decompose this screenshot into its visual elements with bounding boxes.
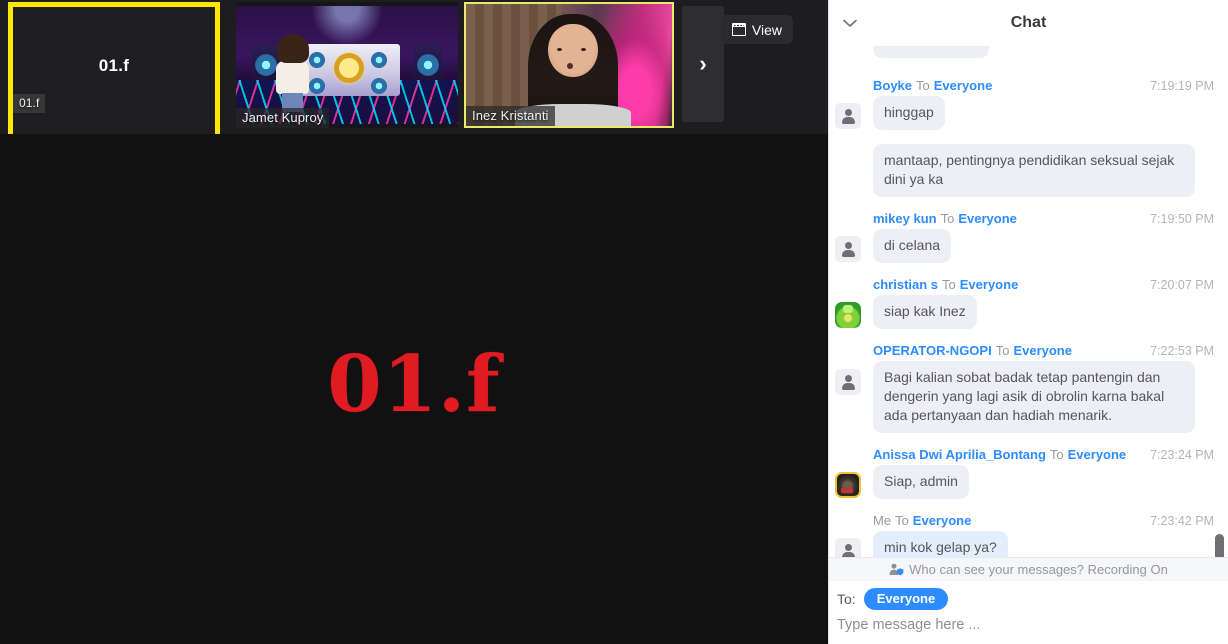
chat-message-header: christian s To Everyone 7:20:07 PM <box>873 277 1216 292</box>
message-recipient: Everyone <box>912 513 972 528</box>
message-bubble: min kok gelap ya? <box>873 531 1008 557</box>
chat-message-header: mikey kun To Everyone 7:19:50 PM <box>873 211 1216 226</box>
compose-recipient-row: To: Everyone <box>837 588 1228 610</box>
person-face <box>548 23 598 78</box>
main-speaker-video[interactable]: 01.f <box>0 134 828 644</box>
compose-recipient-chip[interactable]: Everyone <box>863 588 949 610</box>
partial-bubble <box>873 46 989 58</box>
main-speaker-label: 01.f <box>327 338 501 430</box>
thumbnail-self[interactable]: 01.f 01.f <box>8 2 220 144</box>
message-recipient: Everyone <box>1067 447 1127 462</box>
chevron-right-icon[interactable]: › <box>682 6 724 122</box>
avatar-character <box>272 33 314 112</box>
chat-scrollbar[interactable] <box>1215 166 1224 557</box>
message-sender: Me <box>873 513 892 528</box>
message-input[interactable]: Type message here ... <box>837 617 1228 633</box>
person-eye-left <box>556 47 562 51</box>
message-recipient: Everyone <box>1013 343 1072 358</box>
chevron-down-icon[interactable] <box>839 13 861 33</box>
thumbnail-inez-kristanti[interactable]: Inez Kristanti <box>464 2 674 128</box>
message-time: 7:23:24 PM <box>1150 448 1214 462</box>
thumbnail-name-inez-kristanti: Inez Kristanti <box>466 106 555 126</box>
view-button-label: View <box>751 21 782 38</box>
avatar <box>835 369 861 395</box>
thumbnail-letterbox-top <box>236 2 458 6</box>
message-recipient: Everyone <box>959 277 1019 292</box>
chat-privacy-notice[interactable]: Who can see your messages? Recording On <box>829 557 1228 581</box>
message-to-word: To <box>942 277 956 292</box>
message-time: 7:19:50 PM <box>1150 212 1214 226</box>
chat-compose-area: To: Everyone Type message here ... <box>829 581 1228 644</box>
meeting-window: 01.f 01.f Jamet Kuproy Inez Kristanti › … <box>0 0 1228 644</box>
message-sender: Boyke <box>873 78 913 93</box>
chat-message: mikey kun To Everyone 7:19:50 PM di cela… <box>835 211 1216 263</box>
chat-scrollbar-thumb[interactable] <box>1215 534 1224 557</box>
thumbnail-jamet-kuproy[interactable]: Jamet Kuproy <box>236 2 458 128</box>
message-time: 7:23:42 PM <box>1150 514 1214 528</box>
view-button[interactable]: View <box>720 15 793 44</box>
participant-thumbnail-strip: 01.f 01.f Jamet Kuproy Inez Kristanti › <box>0 0 828 144</box>
message-bubble: mantaap, pentingnya pendidikan seksual s… <box>873 144 1195 197</box>
avatar <box>835 302 861 328</box>
message-sender: christian s <box>873 277 939 292</box>
chat-message: mantaap, pentingnya pendidikan seksual s… <box>835 144 1216 197</box>
chat-message: Me To Everyone 7:23:42 PM min kok gelap … <box>835 513 1216 557</box>
message-time: 7:19:19 PM <box>1150 79 1214 93</box>
partial-message-above <box>873 46 1216 72</box>
message-bubble: hinggap <box>873 96 945 130</box>
thumbnail-self-center-label: 01.f <box>98 56 130 75</box>
chat-message-header: Me To Everyone 7:23:42 PM <box>873 513 1216 528</box>
chat-message-header: Anissa Dwi Aprilia_Bontang To Everyone 7… <box>873 447 1216 462</box>
avatar <box>835 538 861 557</box>
chat-message: Anissa Dwi Aprilia_Bontang To Everyone 7… <box>835 447 1216 499</box>
message-time: 7:22:53 PM <box>1150 344 1214 358</box>
message-to-word: To <box>995 343 1010 358</box>
booth-speaker-4 <box>371 77 388 94</box>
message-recipient: Everyone <box>933 78 993 93</box>
message-to-word: To <box>895 513 909 528</box>
compose-to-label: To: <box>837 591 856 607</box>
privacy-notice-text: Who can see your messages? Recording On <box>909 562 1168 577</box>
message-to-word: To <box>1049 447 1064 462</box>
thumbnail-name-jamet-kuproy: Jamet Kuproy <box>236 108 330 128</box>
message-sender: mikey kun <box>873 211 937 226</box>
chat-panel: Chat Boyke To Everyone 7:19:19 PM hingga… <box>828 0 1228 644</box>
message-sender: OPERATOR-NGOPI <box>873 343 992 358</box>
message-bubble: Siap, admin <box>873 465 969 499</box>
avatar <box>835 236 861 262</box>
message-bubble: di celana <box>873 229 952 263</box>
message-bubble: Bagi kalian sobat badak tetap pantengin … <box>873 361 1195 433</box>
avatar-body <box>275 60 310 95</box>
message-to-word: To <box>940 211 955 226</box>
message-to-word: To <box>916 78 930 93</box>
chat-message: christian s To Everyone 7:20:07 PM siap … <box>835 277 1216 329</box>
chat-title: Chat <box>1010 14 1047 31</box>
thumbnail-self-video: 01.f 01.f <box>13 7 215 139</box>
message-recipient: Everyone <box>958 211 1017 226</box>
person-shield-icon <box>889 563 904 576</box>
message-bubble: siap kak Inez <box>873 295 977 329</box>
chat-message-list[interactable]: Boyke To Everyone 7:19:19 PM hinggap man… <box>829 46 1228 557</box>
person-mouth <box>566 62 573 69</box>
chat-message: Boyke To Everyone 7:19:19 PM hinggap <box>835 78 1216 130</box>
thumbnail-self-name: 01.f <box>13 94 46 113</box>
chat-message-header: OPERATOR-NGOPI To Everyone 7:22:53 PM <box>873 343 1216 358</box>
chat-message: OPERATOR-NGOPI To Everyone 7:22:53 PM Ba… <box>835 343 1216 433</box>
video-stage: 01.f 01.f Jamet Kuproy Inez Kristanti › … <box>0 0 828 644</box>
message-time: 7:20:07 PM <box>1150 278 1214 292</box>
chat-message-header: Boyke To Everyone 7:19:19 PM <box>873 78 1216 93</box>
avatar <box>835 103 861 129</box>
chat-header: Chat <box>829 0 1228 46</box>
message-sender: Anissa Dwi Aprilia_Bontang <box>873 447 1046 462</box>
avatar <box>835 472 861 498</box>
layout-grid-icon <box>731 23 746 36</box>
avatar-hair <box>277 33 309 63</box>
